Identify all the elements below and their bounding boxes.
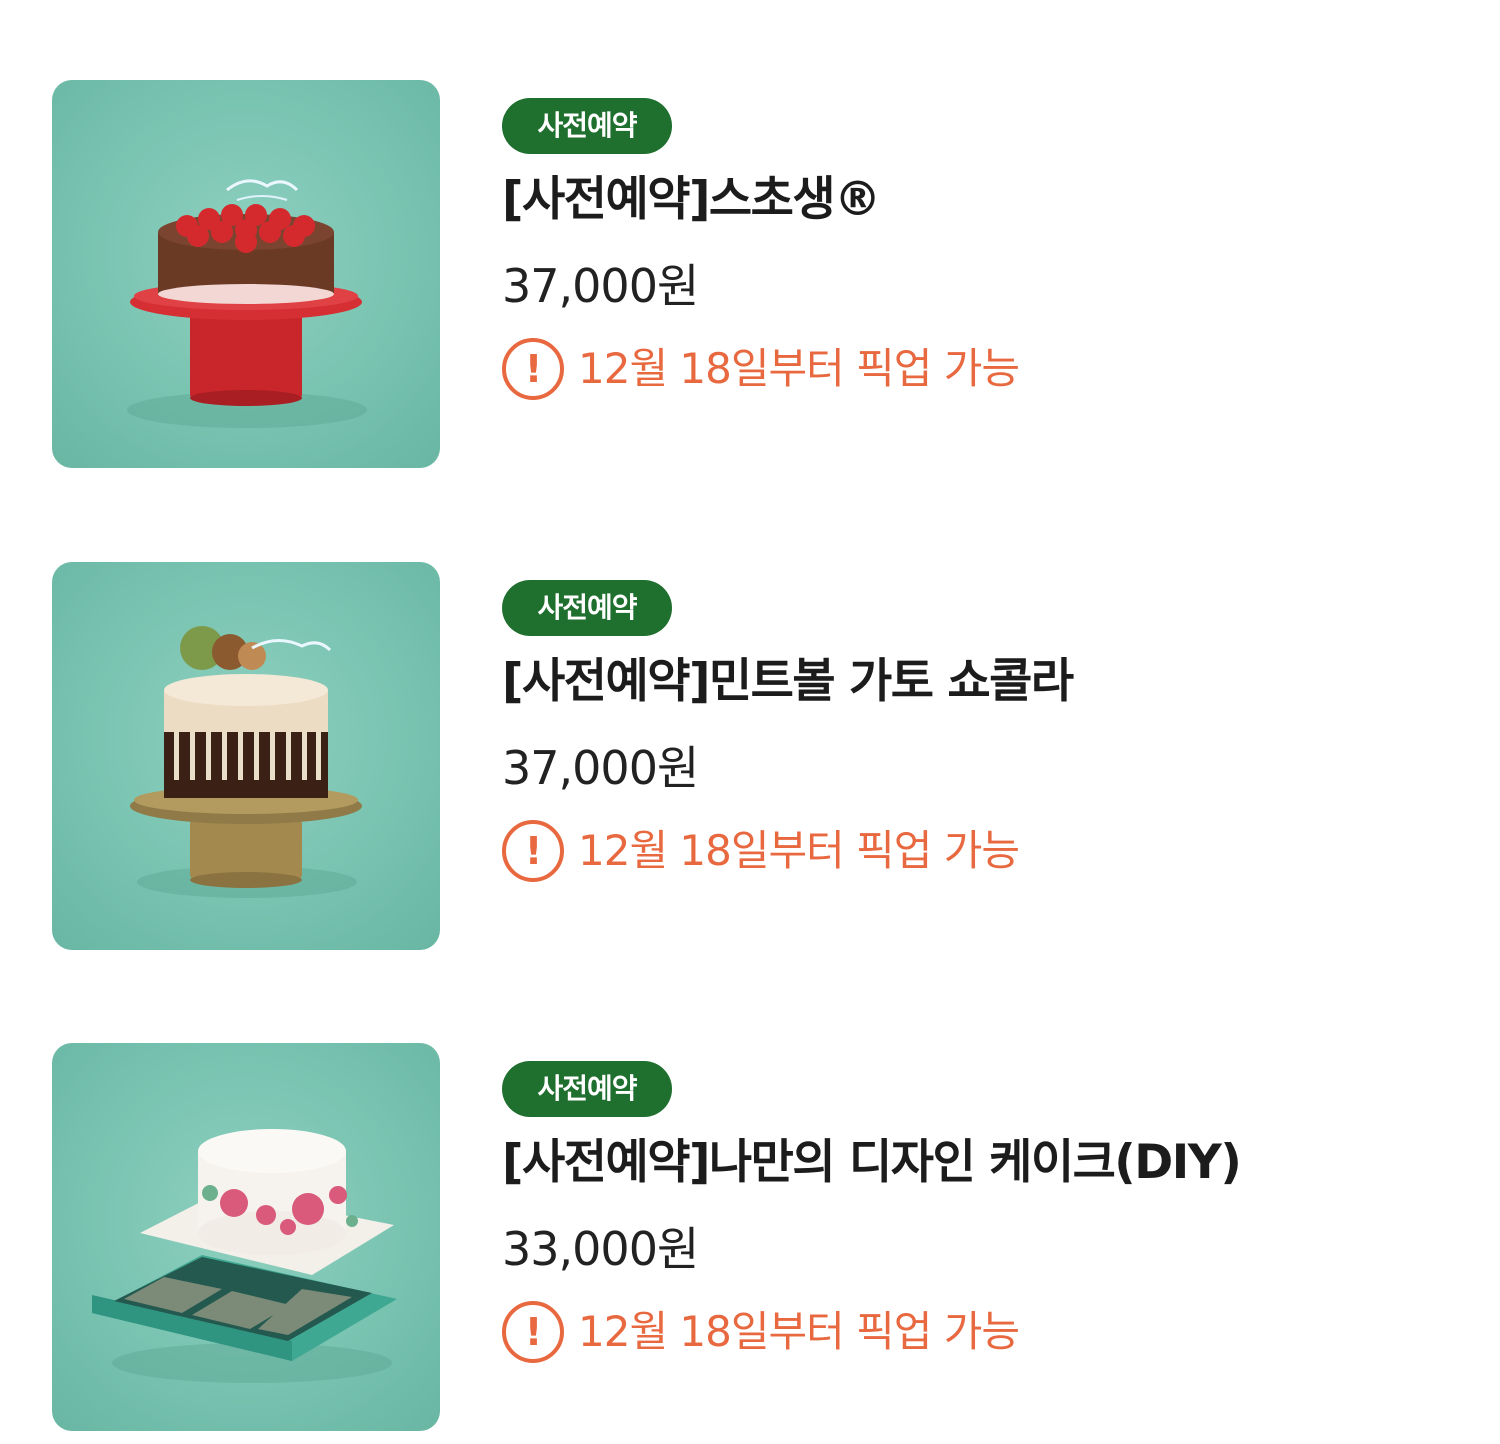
product-title[interactable]: [사전예약]민트볼 가토 쇼콜라: [502, 650, 1074, 714]
product-item[interactable]: 사전예약 [사전예약]스초생® 37,000원 ! 12월 18일부터 픽업 가…: [0, 80, 1500, 470]
reservation-badge: 사전예약: [502, 98, 672, 154]
exclamation-icon: !: [502, 1301, 564, 1363]
pickup-notice-text: 12월 18일부터 픽업 가능: [578, 1307, 1020, 1356]
product-image-mint-ball-cake[interactable]: [52, 562, 440, 950]
reservation-badge: 사전예약: [502, 1061, 672, 1117]
product-image-diy-cake[interactable]: [52, 1043, 440, 1431]
pickup-notice-text: 12월 18일부터 픽업 가능: [578, 826, 1020, 875]
product-item[interactable]: 사전예약 [사전예약]나만의 디자인 케이크(DIY) 33,000원 ! 12…: [0, 1043, 1500, 1433]
cake-illustration: [92, 1129, 397, 1383]
product-price: 37,000원: [502, 741, 699, 795]
pickup-notice: ! 12월 18일부터 픽업 가능: [502, 338, 1020, 400]
exclamation-icon: !: [502, 338, 564, 400]
product-price: 33,000원: [502, 1222, 699, 1276]
product-title[interactable]: [사전예약]나만의 디자인 케이크(DIY): [502, 1131, 1242, 1195]
cake-illustration: [127, 179, 367, 428]
product-image-strawberry-cake[interactable]: [52, 80, 440, 468]
pickup-notice-text: 12월 18일부터 픽업 가능: [578, 344, 1020, 393]
product-list: 사전예약 [사전예약]스초생® 37,000원 ! 12월 18일부터 픽업 가…: [0, 0, 1500, 1444]
cake-illustration: [130, 626, 362, 898]
product-price: 37,000원: [502, 259, 699, 313]
reservation-badge: 사전예약: [502, 580, 672, 636]
exclamation-icon: !: [502, 820, 564, 882]
product-item[interactable]: 사전예약 [사전예약]민트볼 가토 쇼콜라 37,000원 ! 12월 18일부…: [0, 562, 1500, 952]
pickup-notice: ! 12월 18일부터 픽업 가능: [502, 820, 1073, 882]
product-title[interactable]: [사전예약]스초생®: [502, 168, 1019, 232]
pickup-notice: ! 12월 18일부터 픽업 가능: [502, 1301, 1240, 1363]
